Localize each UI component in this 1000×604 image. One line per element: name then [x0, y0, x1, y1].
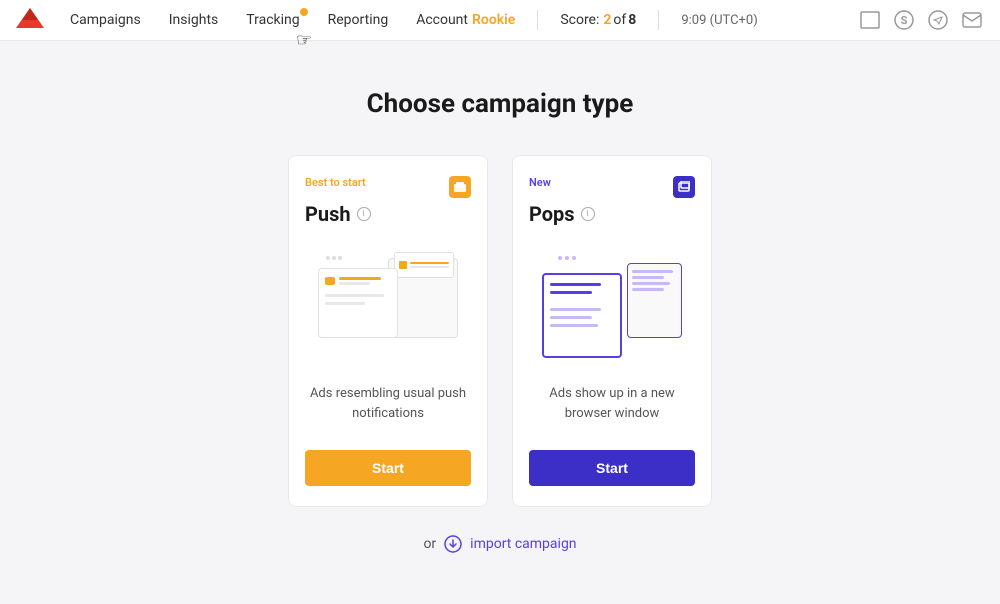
telegram-icon[interactable] — [926, 8, 950, 32]
nav-right-icons: S — [858, 8, 984, 32]
push-notif-icon-sm — [325, 277, 335, 285]
tracking-badge — [300, 8, 308, 16]
import-campaign-link[interactable]: import campaign — [470, 536, 576, 552]
pops-title-row: Pops i — [529, 202, 695, 226]
push-s-line-2 — [410, 266, 449, 268]
push-dot-3 — [338, 256, 342, 260]
score-total: 8 — [628, 12, 636, 28]
score-of: of — [613, 12, 626, 28]
pops-card-icon — [673, 176, 695, 198]
pops-line-3 — [632, 282, 670, 285]
nav-item-reporting[interactable]: Reporting — [314, 0, 403, 41]
push-illustration — [305, 238, 471, 368]
pops-dot-1 — [558, 256, 562, 260]
nav-links: Campaigns Insights Tracking Reporting Ac… — [56, 0, 858, 41]
pops-card-header: New — [529, 176, 695, 198]
import-row: or import campaign — [423, 535, 576, 553]
pops-bg-window — [627, 263, 682, 338]
push-s-icon — [399, 261, 407, 269]
push-card: Best to start Push i — [288, 155, 488, 507]
pops-line-4 — [632, 288, 664, 291]
pops-badge-text: New — [529, 176, 551, 189]
import-or-label: or — [423, 536, 436, 552]
logo[interactable] — [16, 6, 44, 34]
nav-label-insights: Insights — [169, 12, 219, 28]
pops-main-line-2 — [550, 291, 592, 294]
import-icon — [444, 535, 462, 553]
nav-divider-time — [658, 10, 659, 30]
nav-item-account[interactable]: Account Rookie — [402, 0, 529, 41]
nav-item-insights[interactable]: Insights — [155, 0, 233, 41]
push-main-card — [318, 268, 398, 338]
score-value: 2 — [603, 12, 611, 28]
pops-start-button[interactable]: Start — [529, 450, 695, 486]
nav-score: Score: 2 of 8 — [546, 0, 650, 41]
push-info-icon[interactable]: i — [357, 207, 371, 221]
pops-main-line-4 — [550, 316, 592, 319]
pops-line-1 — [632, 270, 673, 273]
pops-illustration — [529, 238, 695, 368]
nav-divider-score — [537, 10, 538, 30]
pops-main-line-3 — [550, 308, 601, 311]
nav-label-account: Account — [416, 12, 468, 28]
nav-time: 9:09 (UTC+0) — [667, 0, 771, 41]
time-display: 9:09 (UTC+0) — [681, 13, 757, 28]
pops-main-window — [542, 273, 622, 358]
cards-row: Best to start Push i — [288, 155, 712, 507]
window-icon[interactable] — [858, 8, 882, 32]
svg-text:S: S — [901, 14, 908, 27]
nav-label-reporting: Reporting — [328, 12, 389, 28]
pops-lines — [632, 270, 677, 291]
push-notif-bar — [325, 277, 391, 285]
push-title-row: Push i — [305, 202, 471, 226]
mail-icon[interactable] — [960, 8, 984, 32]
navbar: Campaigns Insights Tracking Reporting Ac… — [0, 0, 1000, 41]
push-line-2 — [339, 282, 370, 285]
page-title: Choose campaign type — [367, 89, 634, 119]
push-card-header: Best to start — [305, 176, 471, 198]
pops-card: New Pops i — [512, 155, 712, 507]
pops-info-icon[interactable]: i — [581, 207, 595, 221]
pops-line-2 — [632, 276, 664, 279]
skype-icon[interactable]: S — [892, 8, 916, 32]
pops-main-line-1 — [550, 283, 601, 286]
pops-dot-3 — [572, 256, 576, 260]
pops-title: Pops — [529, 202, 575, 226]
push-s-lines — [410, 262, 449, 268]
nav-label-tracking: Tracking — [246, 12, 299, 28]
nav-label-campaigns: Campaigns — [70, 12, 141, 28]
push-description: Ads resembling usual push notifications — [305, 384, 471, 432]
nav-item-tracking[interactable]: Tracking — [232, 0, 313, 41]
main-content: Choose campaign type Best to start Push … — [0, 41, 1000, 553]
push-line-3 — [325, 294, 384, 297]
push-card-icon — [449, 176, 471, 198]
push-line-4 — [325, 302, 365, 305]
pops-description: Ads show up in a new browser window — [529, 384, 695, 432]
push-badge-text: Best to start — [305, 176, 366, 189]
pops-main-line-5 — [550, 324, 598, 327]
nav-item-campaigns[interactable]: Campaigns — [56, 0, 155, 41]
push-line-1 — [339, 277, 381, 280]
push-title: Push — [305, 202, 351, 226]
push-second-notif — [394, 252, 454, 278]
push-s-line-1 — [410, 262, 449, 264]
push-dot-1 — [326, 256, 330, 260]
nav-label-account-rank: Rookie — [472, 12, 515, 28]
push-start-button[interactable]: Start — [305, 450, 471, 486]
pops-dot-2 — [565, 256, 569, 260]
push-dot-2 — [332, 256, 336, 260]
push-notif-lines — [339, 277, 391, 285]
score-label: Score: — [560, 12, 599, 28]
